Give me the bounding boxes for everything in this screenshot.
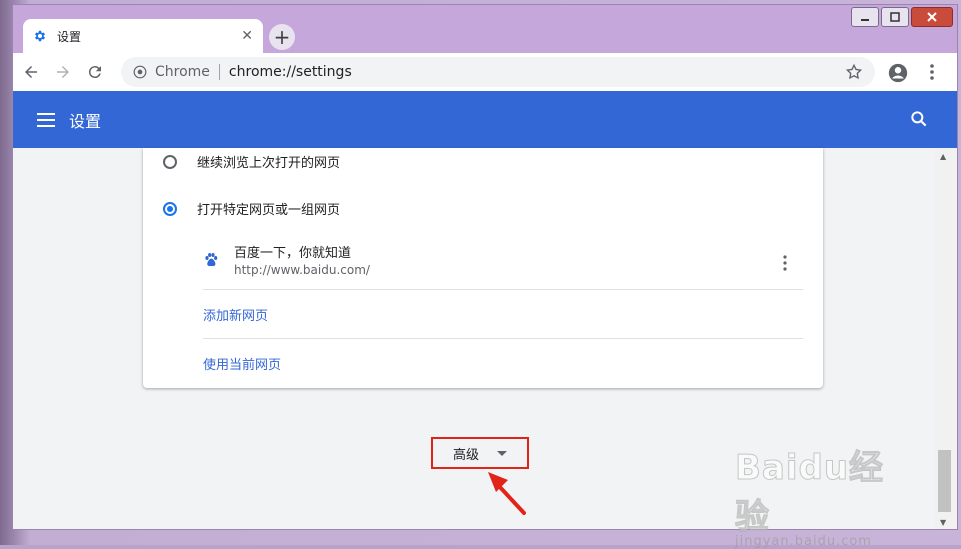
window-close-button[interactable] [911, 7, 953, 27]
radio-continue[interactable] [163, 154, 177, 169]
use-current-pages-link[interactable]: 使用当前网页 [203, 354, 281, 373]
radio-specific-pages[interactable] [163, 201, 177, 216]
reload-button[interactable] [81, 58, 109, 86]
close-icon[interactable]: ✕ [241, 28, 253, 44]
window-controls [849, 7, 953, 27]
startup-page-title: 百度一下，你就知道 [234, 246, 352, 261]
title-bar: 设置 ✕ + [13, 5, 957, 53]
minimize-icon [861, 19, 869, 21]
forward-button[interactable] [49, 58, 77, 86]
tab-settings[interactable]: 设置 ✕ [23, 19, 263, 53]
startup-option-label: 打开特定网页或一组网页 [197, 203, 341, 218]
advanced-label: 高级 [452, 447, 479, 463]
hamburger-icon[interactable] [37, 112, 55, 127]
forward-arrow-icon [57, 66, 69, 78]
star-icon[interactable] [845, 63, 863, 81]
maximize-icon [890, 12, 900, 22]
omnibox-separator [218, 64, 220, 80]
divider [203, 338, 803, 339]
settings-content: 继续浏览上次打开的网页 打开特定网页或一组网页 百度一下，你就知道 http:/… [13, 148, 935, 529]
on-startup-card: 继续浏览上次打开的网页 打开特定网页或一组网页 百度一下，你就知道 http:/… [143, 148, 823, 388]
kebab-menu-icon[interactable] [925, 62, 939, 82]
omnibox-site-label: Chrome [155, 64, 210, 80]
chevron-down-icon [497, 450, 507, 456]
startup-option-label: 继续浏览上次打开的网页 [197, 156, 341, 171]
startup-page-entry: 百度一下，你就知道 http://www.baidu.com/ [203, 238, 803, 290]
account-icon[interactable] [887, 62, 909, 84]
back-button[interactable] [17, 58, 45, 86]
scroll-down-arrow-icon[interactable]: ▼ [940, 518, 946, 527]
baidu-paw-icon [205, 253, 218, 267]
scroll-up-arrow-icon[interactable]: ▲ [940, 152, 946, 161]
advanced-button[interactable]: 高级 [431, 437, 529, 469]
tab-title: 设置 [57, 29, 82, 44]
startup-option-specific-pages[interactable]: 打开特定网页或一组网页 [163, 199, 340, 218]
browser-toolbar: Chrome chrome://settings [13, 53, 957, 91]
startup-option-continue[interactable]: 继续浏览上次打开的网页 [163, 152, 340, 171]
divider [203, 289, 803, 290]
back-arrow-icon [25, 66, 37, 78]
reload-icon [88, 66, 101, 79]
address-bar[interactable]: Chrome chrome://settings [121, 57, 875, 87]
add-new-page-link[interactable]: 添加新网页 [203, 305, 268, 324]
search-icon[interactable] [909, 109, 929, 129]
scrollbar[interactable]: ▲ ▼ [935, 148, 957, 529]
annotation-arrow-icon [488, 472, 526, 515]
browser-window: 设置 ✕ + Chrome chrome://settings 设置 继续浏览上… [12, 4, 958, 530]
chrome-logo-icon [133, 65, 147, 79]
gear-icon [34, 30, 46, 42]
startup-page-url: http://www.baidu.com/ [234, 263, 370, 277]
more-actions-icon[interactable] [781, 254, 789, 272]
new-tab-button[interactable]: + [269, 24, 295, 50]
scrollbar-thumb[interactable] [938, 450, 951, 512]
omnibox-url[interactable]: chrome://settings [229, 64, 845, 80]
close-window-icon [927, 12, 937, 22]
settings-header: 设置 [13, 91, 957, 148]
maximize-button[interactable] [881, 7, 909, 27]
plus-icon: + [273, 25, 291, 49]
minimize-button[interactable] [851, 7, 879, 27]
page-title: 设置 [69, 111, 102, 131]
